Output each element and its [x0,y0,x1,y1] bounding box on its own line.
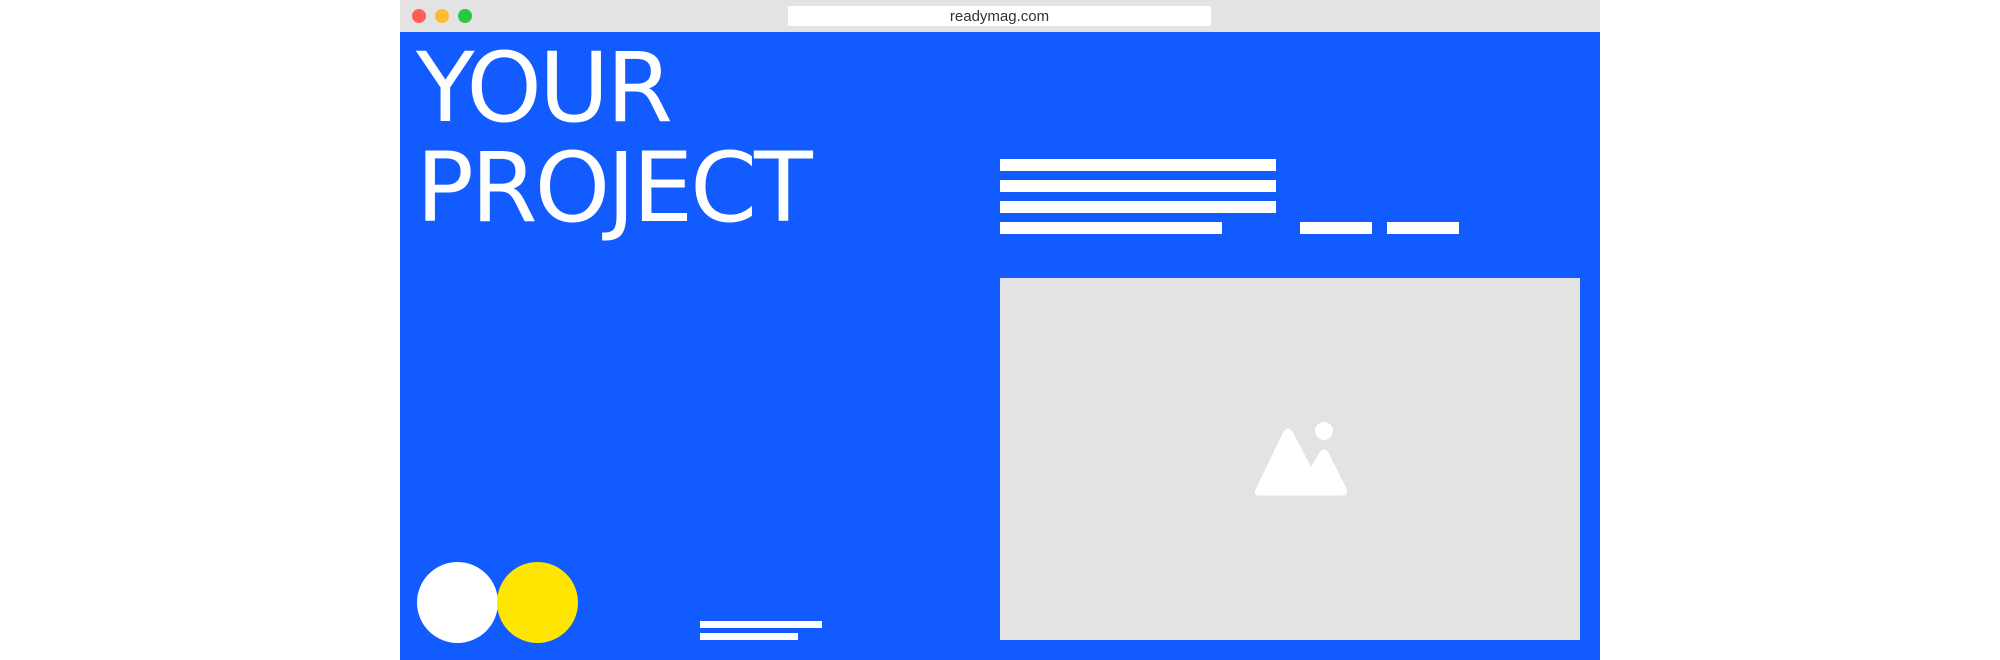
text-placeholder-line [1000,222,1222,234]
yellow-circle-shape [497,562,578,643]
headline-line-2: PROJECT [416,132,813,244]
text-placeholder-line [1000,159,1276,171]
caption-placeholder-line [700,633,798,640]
browser-window: readymag.com YOUR PROJECT [400,0,1600,660]
caption-placeholder-line [700,621,822,628]
page-canvas: YOUR PROJECT [400,32,1600,660]
browser-titlebar: readymag.com [400,0,1600,32]
text-placeholder-line [1000,180,1276,192]
address-bar[interactable]: readymag.com [788,6,1211,26]
minimize-window-button[interactable] [435,9,449,23]
url-text: readymag.com [949,7,1050,25]
white-circle-shape [417,562,498,643]
maximize-window-button[interactable] [458,9,472,23]
image-placeholder [1000,278,1580,640]
close-window-button[interactable] [412,9,426,23]
text-placeholder-dash [1387,222,1459,234]
headline-line-1: YOUR [416,32,673,144]
image-mountain-icon [1255,422,1347,496]
page-headline: YOUR PROJECT [416,32,813,244]
text-placeholder-line [1000,201,1276,213]
text-placeholder-dash [1300,222,1372,234]
